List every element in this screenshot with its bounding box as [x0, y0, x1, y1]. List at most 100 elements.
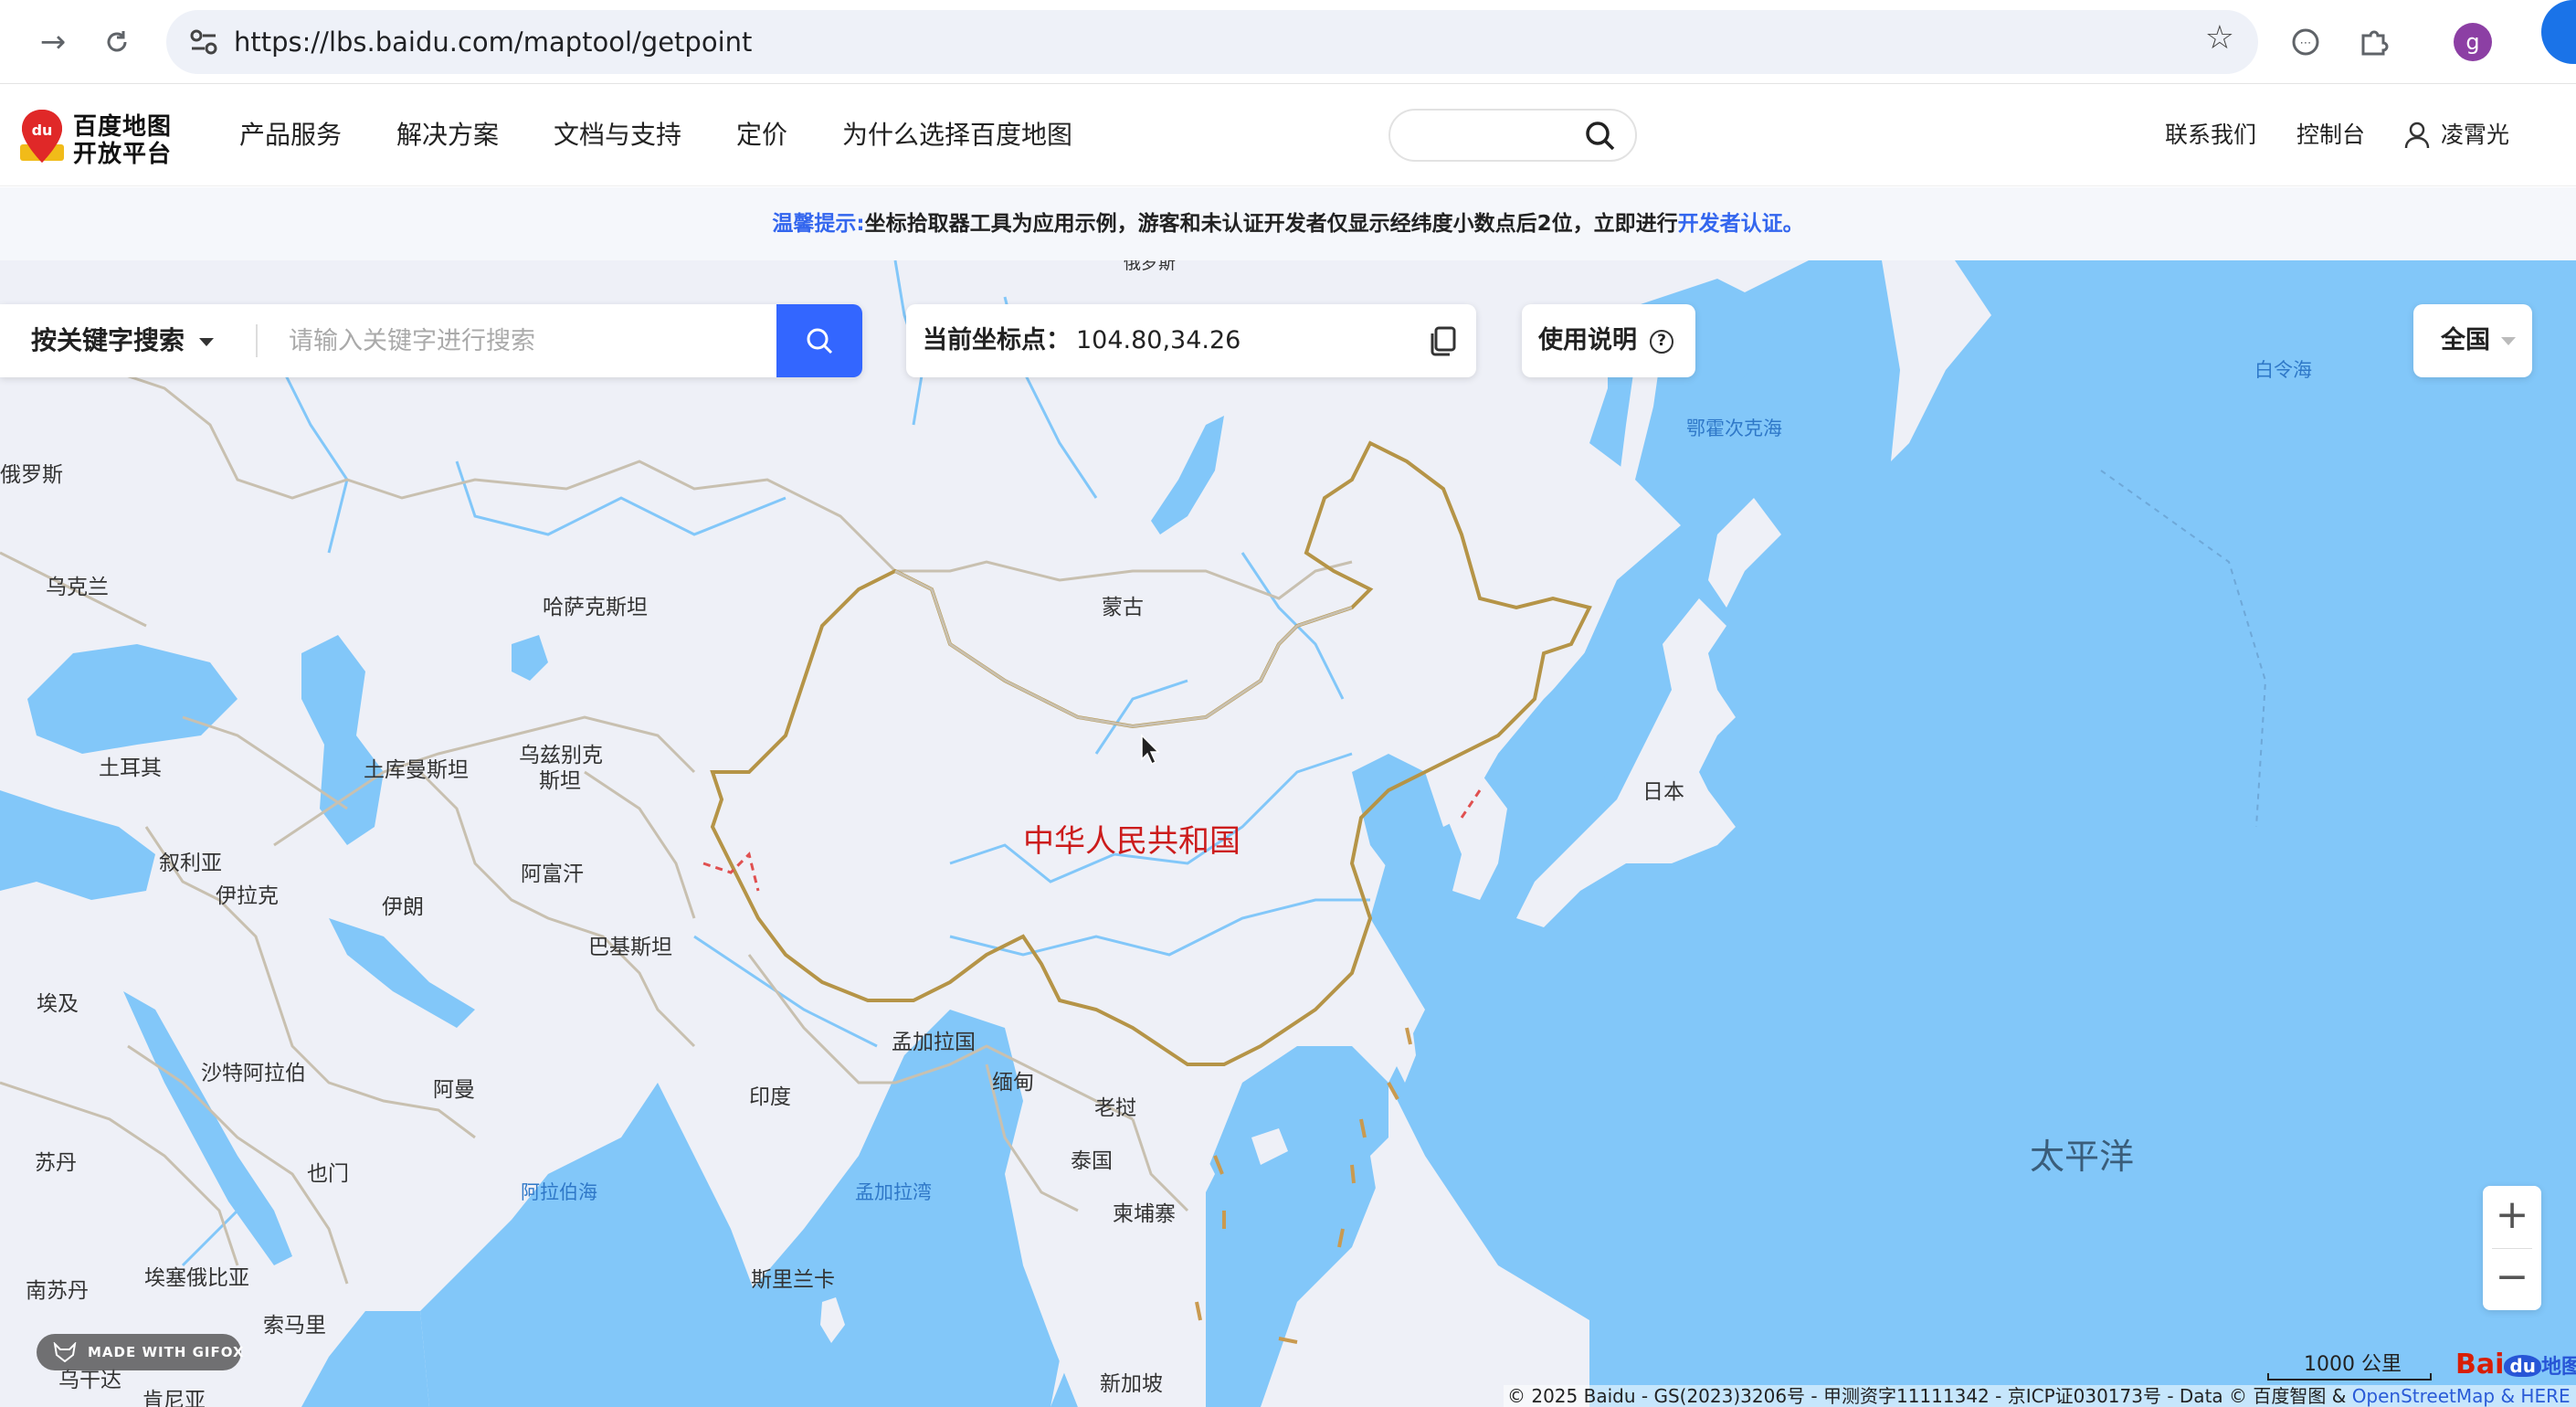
gifox-label: MADE WITH GIFOX	[88, 1344, 245, 1360]
map-label-sudan: 苏丹	[35, 1151, 77, 1175]
zoom-out-button[interactable]: −	[2483, 1248, 2541, 1310]
usage-help-button[interactable]: 使用说明 ?	[1522, 304, 1695, 377]
notice-text: 坐标拾取器工具为应用示例，游客和未认证开发者仅显示经纬度小数点后2位，立即进行	[864, 212, 1678, 236]
search-mode-dropdown[interactable]: 按关键字搜索	[31, 304, 215, 377]
caret-down-icon	[2501, 337, 2516, 345]
map-label-kenya: 肯尼亚	[143, 1389, 206, 1407]
nav-why-baidu[interactable]: 为什么选择百度地图	[842, 84, 1072, 186]
map-label-mongolia: 蒙古	[1102, 596, 1144, 619]
user-name[interactable]: 凌霄光	[2441, 84, 2509, 186]
map-label-iran: 伊朗	[382, 895, 424, 919]
map-label-ukraine: 乌克兰	[46, 576, 109, 599]
site-search-input[interactable]	[1388, 109, 1637, 162]
console-link[interactable]: 控制台	[2296, 84, 2365, 186]
scale-bar	[2267, 1373, 2432, 1381]
copyright-text: © 2025 Baidu - GS(2023)3206号 - 甲测资字11111…	[1507, 1385, 2352, 1407]
map-label-saudi: 沙特阿拉伯	[201, 1062, 306, 1085]
map-base	[0, 260, 2576, 1407]
copy-icon[interactable]	[1425, 323, 1462, 359]
keyword-search-input[interactable]	[289, 317, 764, 365]
gifox-watermark: MADE WITH GIFOX	[37, 1334, 244, 1370]
search-divider	[256, 324, 258, 357]
nav-pricing[interactable]: 定价	[736, 84, 787, 186]
url-text[interactable]: https://lbs.baidu.com/maptool/getpoint	[234, 10, 752, 74]
notice-end: 。	[1782, 212, 1804, 236]
nav-docs[interactable]: 文档与支持	[554, 84, 681, 186]
coordinate-value: 104.80,34.26	[1076, 326, 1241, 354]
map-label-russia-top: 俄罗斯	[1124, 260, 1177, 273]
forward-icon[interactable]: →	[27, 16, 79, 68]
extensions-puzzle-icon[interactable]	[2348, 16, 2399, 68]
site-header: du 百度地图 开放平台 产品服务 解决方案 文档与支持 定价 为什么选择百度地…	[0, 84, 2576, 186]
region-label: 全国	[2441, 326, 2490, 354]
zoom-in-button[interactable]: +	[2483, 1186, 2541, 1248]
map-pin-icon: du	[20, 110, 64, 163]
map-label-somalia: 索马里	[263, 1314, 326, 1338]
map-label-south-sudan: 南苏丹	[26, 1279, 89, 1303]
map-scale: 1000 公里	[2267, 1348, 2432, 1384]
map-label-japan: 日本	[1642, 780, 1684, 804]
map-label-singapore: 新加坡	[1100, 1372, 1163, 1396]
baidu-logo-du: du	[2504, 1354, 2541, 1377]
map-label-thailand: 泰国	[1071, 1149, 1113, 1173]
map-label-pacific: 太平洋	[2030, 1137, 2135, 1177]
site-settings-icon[interactable]	[185, 23, 223, 61]
developer-auth-link[interactable]: 开发者认证	[1678, 212, 1783, 236]
bookmark-star-icon[interactable]: ☆	[2205, 19, 2234, 57]
map-label-pakistan: 巴基斯坦	[588, 936, 672, 959]
search-icon	[807, 328, 833, 354]
map-label-india: 印度	[749, 1085, 791, 1109]
browser-toolbar: → https://lbs.baidu.com/maptool/getpoint…	[0, 0, 2576, 84]
coordinate-label: 当前坐标点：	[923, 326, 1071, 354]
openstreetmap-link[interactable]: OpenStreetMap	[2352, 1385, 2495, 1407]
zoom-control: + −	[2483, 1186, 2541, 1310]
search-mode-label: 按关键字搜索	[31, 325, 185, 355]
map-label-ethiopia: 埃塞俄比亚	[144, 1266, 249, 1290]
notice-bar: 温馨提示:坐标拾取器工具为应用示例，游客和未认证开发者仅显示经纬度小数点后2位，…	[0, 187, 2576, 260]
extension-icon[interactable]: ⋯	[2280, 16, 2331, 68]
svg-text:⋯: ⋯	[2300, 37, 2312, 50]
baidu-logo-bai: Bai	[2455, 1349, 2505, 1381]
notice-label: 温馨提示:	[772, 212, 865, 236]
map-label-afghanistan: 阿富汗	[521, 862, 584, 886]
baidu-map-watermark-logo: Bai du 地图	[2455, 1349, 2576, 1385]
map-label-syria: 叙利亚	[159, 852, 222, 875]
map-label-uzbekistan-2: 斯坦	[539, 769, 581, 793]
map-label-arabian-sea: 阿拉伯海	[521, 1181, 597, 1203]
nav-products[interactable]: 产品服务	[239, 84, 342, 186]
mouse-cursor-icon	[1141, 734, 1160, 766]
search-icon[interactable]	[1582, 118, 1619, 154]
map-label-yemen: 也门	[307, 1162, 349, 1186]
region-dropdown[interactable]: 全国	[2413, 304, 2532, 377]
map-label-kazakhstan: 哈萨克斯坦	[543, 596, 648, 619]
svg-text:du: du	[32, 122, 53, 139]
profile-avatar[interactable]: g	[2454, 23, 2492, 61]
contact-link[interactable]: 联系我们	[2165, 84, 2256, 186]
map-label-okhotsk: 鄂霍次克海	[1686, 418, 1782, 439]
logo-text-line2: 开放平台	[73, 141, 173, 168]
nav-solutions[interactable]: 解决方案	[396, 84, 499, 186]
map-canvas[interactable]: 俄罗斯 俄罗斯 乌克兰 哈萨克斯坦 蒙古 土耳其 土库曼斯坦 乌兹别克 斯坦 中…	[0, 260, 2576, 1407]
baidu-map-logo[interactable]: du 百度地图 开放平台	[16, 108, 175, 168]
map-label-bering: 白令海	[2254, 359, 2312, 381]
copyright-end: & HERE	[2495, 1385, 2571, 1407]
caret-down-icon	[199, 337, 215, 346]
map-label-oman: 阿曼	[433, 1078, 475, 1102]
map-label-cambodia: 柬埔寨	[1113, 1202, 1176, 1226]
user-icon[interactable]	[2404, 121, 2430, 150]
address-bar[interactable]: https://lbs.baidu.com/maptool/getpoint ☆	[166, 10, 2258, 74]
map-label-bangladesh: 孟加拉国	[892, 1031, 976, 1054]
browser-side-panel-icon[interactable]	[2541, 0, 2576, 64]
keyword-search-button[interactable]	[776, 304, 862, 377]
baidu-logo-zh: 地图	[2540, 1356, 2576, 1379]
map-label-china: 中华人民共和国	[1023, 823, 1240, 860]
map-label-laos: 老挝	[1094, 1096, 1136, 1120]
map-label-russia: 俄罗斯	[0, 463, 63, 487]
keyword-search-panel: 按关键字搜索	[0, 304, 862, 377]
usage-help-label: 使用说明	[1538, 326, 1637, 354]
map-label-srilanka: 斯里兰卡	[751, 1268, 835, 1292]
map-label-egypt: 埃及	[37, 992, 79, 1016]
reload-icon[interactable]	[91, 16, 143, 68]
map-label-bay-of-bengal: 孟加拉湾	[855, 1181, 932, 1203]
map-label-iraq: 伊拉克	[216, 884, 279, 908]
